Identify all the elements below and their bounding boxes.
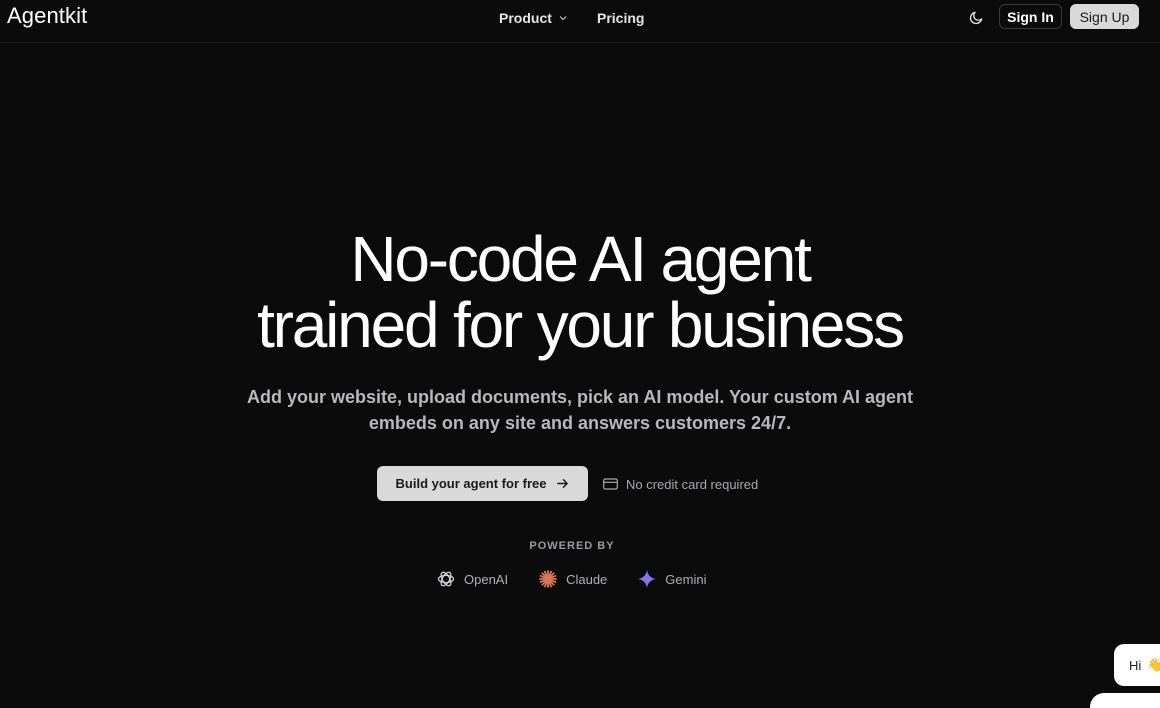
sign-in-button[interactable]: Sign In	[999, 4, 1062, 29]
chat-launcher-button[interactable]	[1090, 693, 1160, 708]
sign-up-button[interactable]: Sign Up	[1070, 4, 1139, 29]
nav-product[interactable]: Product	[499, 9, 568, 27]
provider-claude-label: Claude	[566, 571, 608, 587]
provider-list: OpenAI Claude Gemini	[436, 568, 706, 590]
nav-product-label: Product	[499, 10, 552, 26]
chat-greeting-bubble[interactable]: Hi 👋	[1114, 644, 1160, 686]
build-agent-button[interactable]: Build your agent for free	[377, 466, 588, 501]
nav-pricing[interactable]: Pricing	[597, 9, 644, 27]
chat-greeting-text: Hi	[1129, 657, 1142, 673]
provider-openai-label: OpenAI	[464, 571, 509, 587]
site-header: Agentkit Product Pricing Sign In Sign Up	[0, 0, 1160, 43]
nav-pricing-label: Pricing	[597, 10, 645, 26]
provider-gemini-label: Gemini	[665, 571, 707, 587]
arrow-right-icon	[557, 479, 569, 488]
build-agent-label: Build your agent for free	[395, 476, 547, 491]
provider-openai: OpenAI	[436, 569, 508, 589]
powered-by-label: POWERED BY	[529, 540, 615, 552]
openai-icon	[437, 571, 455, 587]
gemini-icon	[638, 570, 657, 588]
no-credit-card-note: No credit card required	[603, 476, 758, 492]
hero-title-line-2: trained for your business	[257, 289, 905, 361]
provider-claude: Claude	[538, 569, 607, 589]
chevron-down-icon	[559, 16, 567, 21]
moon-icon	[969, 11, 982, 24]
credit-card-icon	[603, 478, 618, 490]
theme-toggle-button[interactable]	[966, 7, 986, 27]
hero-title: No-code AI agent trained for your busine…	[0, 226, 1160, 358]
provider-gemini: Gemini	[637, 569, 706, 589]
hero-subtitle: Add your website, upload documents, pick…	[246, 387, 914, 433]
claude-icon	[539, 570, 557, 588]
no-credit-card-text: No credit card required	[626, 476, 759, 492]
wave-emoji: 👋	[1147, 657, 1160, 672]
hero-title-line-1: No-code AI agent	[350, 223, 812, 295]
logo[interactable]: Agentkit	[7, 3, 87, 29]
